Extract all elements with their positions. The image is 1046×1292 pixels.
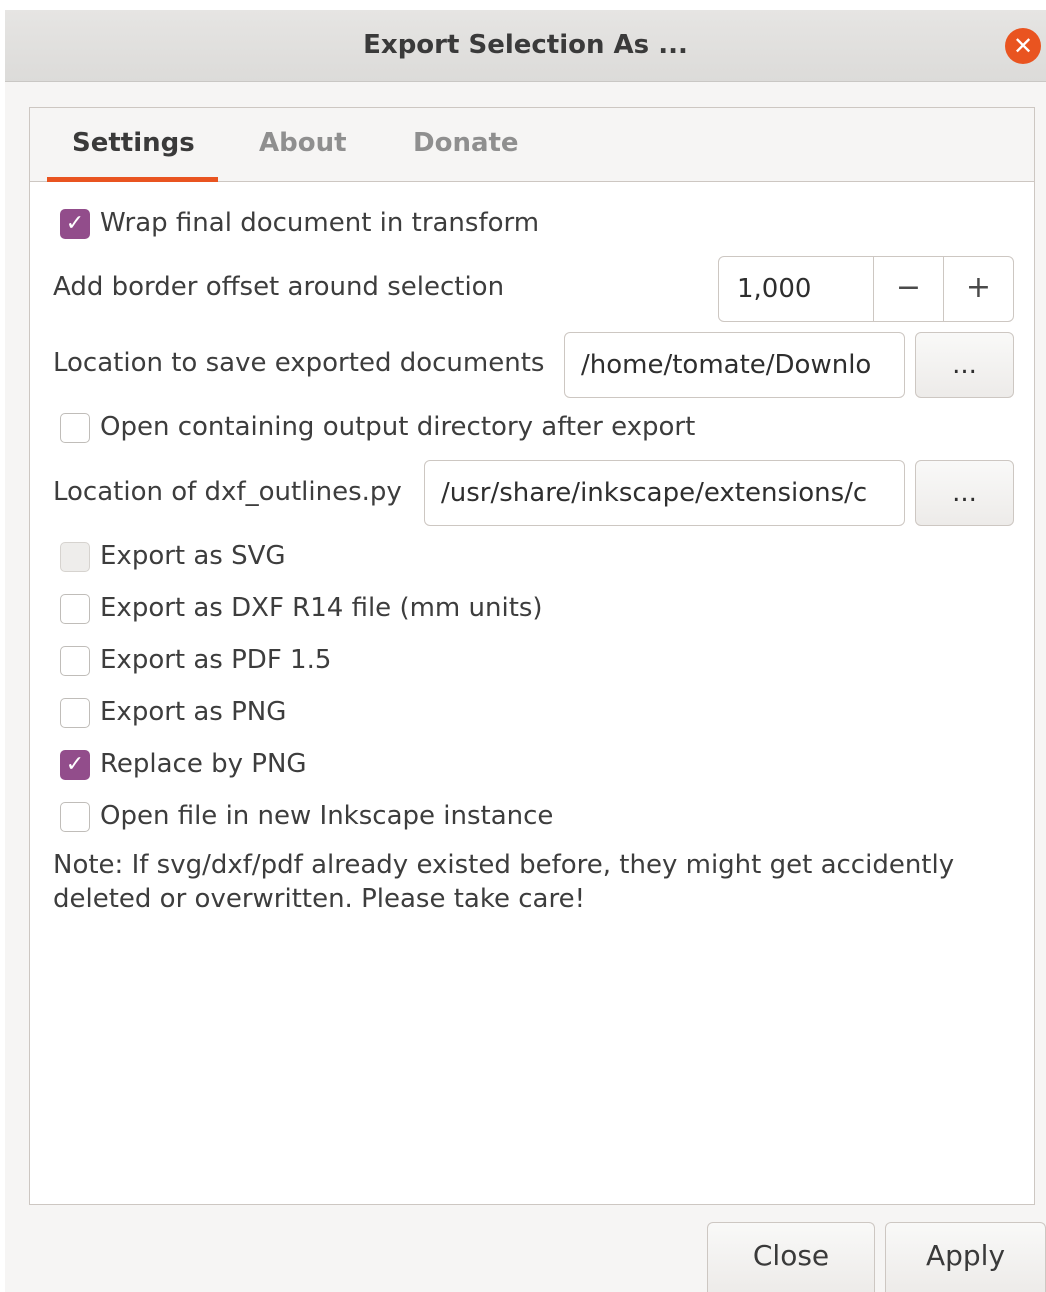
dxf-outlines-input[interactable]: /usr/share/inkscape/extensions/c [424, 460, 905, 526]
settings-notebook: Settings About Donate ✓ Wrap final docum… [29, 107, 1035, 1205]
export-png-label: Export as PNG [100, 697, 287, 727]
export-pdf-checkbox[interactable] [60, 646, 90, 676]
tab-donate[interactable]: Donate [413, 128, 519, 158]
tab-settings[interactable]: Settings [72, 128, 195, 158]
dxf-outlines-label: Location of dxf_outlines.py [53, 477, 402, 507]
wrap-label: Wrap final document in transform [100, 208, 540, 238]
border-offset-value[interactable]: 1,000 [737, 257, 811, 321]
replace-png-checkbox[interactable]: ✓ [60, 750, 90, 780]
warning-note: Note: If svg/dxf/pdf already existed bef… [53, 850, 955, 914]
location-save-browse-button[interactable]: ... [915, 332, 1014, 398]
decrement-button[interactable]: − [873, 257, 943, 321]
border-offset-spinbutton: 1,000 − + [718, 256, 1014, 322]
export-dxf-label: Export as DXF R14 file (mm units) [100, 593, 543, 623]
wrap-checkbox[interactable]: ✓ [60, 209, 90, 239]
close-button[interactable]: Close [707, 1222, 875, 1292]
border-offset-label: Add border offset around selection [53, 272, 505, 302]
location-save-input[interactable]: /home/tomate/Downlo [564, 332, 905, 398]
export-dialog: Export Selection As ... ✕ Settings About… [5, 10, 1046, 1292]
open-dir-label: Open containing output directory after e… [100, 412, 696, 442]
export-svg-checkbox[interactable] [60, 542, 90, 572]
tab-about[interactable]: About [259, 128, 347, 158]
apply-button[interactable]: Apply [885, 1222, 1046, 1292]
tab-bar: Settings About Donate [30, 108, 1034, 182]
export-png-checkbox[interactable] [60, 698, 90, 728]
title-bar: Export Selection As ... ✕ [5, 10, 1046, 82]
dxf-outlines-browse-button[interactable]: ... [915, 460, 1014, 526]
export-dxf-checkbox[interactable] [60, 594, 90, 624]
open-new-instance-checkbox[interactable] [60, 802, 90, 832]
open-dir-checkbox[interactable] [60, 413, 90, 443]
active-tab-indicator [47, 177, 218, 182]
dialog-title: Export Selection As ... [363, 30, 688, 60]
export-svg-label: Export as SVG [100, 541, 286, 571]
location-save-label: Location to save exported documents [53, 348, 545, 378]
export-pdf-label: Export as PDF 1.5 [100, 645, 332, 675]
close-window-icon[interactable]: ✕ [1005, 28, 1041, 64]
replace-png-label: Replace by PNG [100, 749, 307, 779]
open-new-instance-label: Open file in new Inkscape instance [100, 801, 554, 831]
increment-button[interactable]: + [943, 257, 1013, 321]
